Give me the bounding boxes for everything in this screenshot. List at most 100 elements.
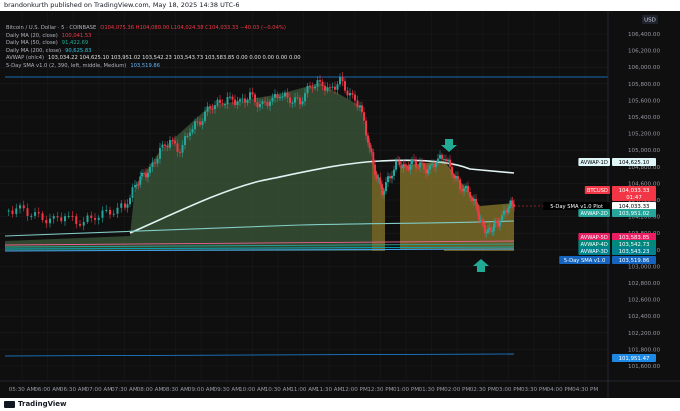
time-axis-label: 08:30 AM (162, 387, 189, 393)
candle-body (433, 164, 435, 168)
candle-body (429, 165, 431, 170)
price-axis-label: 106,000.00 (628, 65, 660, 71)
candle-body (211, 108, 214, 110)
candle-body (131, 187, 134, 198)
candle-body (374, 164, 376, 175)
candle-body (370, 148, 373, 153)
time-axis-label: 11:00 AM (290, 387, 317, 393)
price-axis-label: 102,200.00 (628, 331, 660, 337)
legend-row-ma50[interactable]: Daily MA (50, close) 91,422.69 (6, 40, 301, 48)
candle-body (90, 215, 93, 219)
candle-body (346, 90, 349, 96)
candle-body (196, 121, 199, 123)
candle-body (151, 162, 154, 168)
legend-value: 90,625.83 (65, 47, 92, 54)
legend-symbol-row[interactable]: Bitcoin / U.S. Dollar · 5 · COINBASE O10… (6, 25, 301, 33)
candle-body (301, 101, 304, 105)
candle-body (411, 159, 413, 165)
candle-body (405, 166, 408, 168)
candle-body (469, 191, 471, 198)
price-axis-label: 105,000.00 (628, 148, 660, 154)
candle-body (407, 166, 410, 170)
price-axis-label: 106,400.00 (628, 32, 660, 38)
candle-body (19, 205, 21, 209)
legend-row-avwap[interactable]: AVWAP (ohlc4) 103,034.22 104,625.10 103,… (6, 55, 301, 63)
candle-body (507, 208, 509, 213)
candle-body (71, 215, 74, 217)
candle-body (194, 121, 196, 130)
chart-pane[interactable]: 106,400.00 106,200.00 106,000.00 105,800.00… (0, 11, 680, 398)
candle-body (269, 101, 271, 107)
candle-body (94, 218, 96, 220)
candle-body (299, 97, 301, 105)
price-tag-text: 01:47 (626, 195, 642, 201)
time-axis-label: 01:30 PM (419, 387, 445, 393)
candle-body (224, 104, 226, 106)
candle-body (164, 144, 166, 146)
candle-body (387, 176, 389, 183)
candle-body (174, 140, 176, 144)
candle-body (487, 229, 489, 233)
currency-label: USD (644, 18, 656, 24)
candle-body (377, 177, 380, 179)
legend-label: Daily MA (50, close) (6, 40, 58, 46)
tradingview-brand: TradingView (18, 400, 67, 408)
candle-body (395, 160, 397, 170)
candle-body (505, 210, 507, 213)
price-axis-label: 102,800.00 (628, 281, 660, 287)
candle-body (116, 207, 119, 214)
candle-body (75, 216, 78, 224)
candle-body (409, 164, 412, 170)
candle-body (367, 135, 369, 143)
candle-body (449, 159, 451, 167)
candle-body (441, 154, 443, 160)
arrow-up-icon (473, 259, 489, 272)
legend-row-ma200[interactable]: Daily MA (200, close) 90,625.83 (6, 48, 301, 56)
line-label-text: AVWAP-2D (581, 211, 608, 217)
candle-body (161, 144, 164, 148)
candle-body (22, 205, 25, 209)
candle-body (447, 159, 449, 162)
candle-body (368, 142, 371, 149)
candle-body (206, 106, 209, 112)
candle-body (186, 135, 189, 137)
candle-body (179, 151, 181, 153)
candle-body (457, 176, 459, 180)
line-label-text: AVWAP-3D (581, 249, 608, 255)
candle-body (169, 140, 171, 148)
candle-body (137, 184, 140, 186)
candle-body (484, 225, 486, 234)
candle-body (274, 94, 276, 98)
candle-body (501, 215, 503, 221)
tradingview-logo[interactable]: TradingView (4, 400, 67, 408)
legend-value: 100,041.53 (61, 32, 92, 39)
time-axis-label: 01:00 PM (393, 387, 419, 393)
time-axis-label: 07:00 AM (86, 387, 113, 393)
candle-body (511, 200, 514, 205)
candle-body (264, 101, 266, 103)
candle-body (379, 177, 382, 185)
candle-body (149, 167, 151, 173)
legend-row-sma[interactable]: 5-Day SMA v1.0 (2, 390, left, middle, Me… (6, 63, 301, 71)
candle-body (314, 86, 316, 89)
candle-body (344, 81, 346, 91)
legend-ohlc: O104,075.36 H104,080.00 L104,024.38 C104… (100, 25, 286, 31)
candle-body (261, 101, 264, 104)
candle-body (306, 85, 309, 94)
candle-body (266, 101, 269, 107)
candle-body (383, 191, 385, 195)
legend-row-ma20[interactable]: Daily MA (20, close) 100,041.53 (6, 33, 301, 41)
candle-body (276, 94, 279, 99)
candle-body (221, 103, 224, 105)
time-axis-label: 06:30 AM (60, 387, 87, 393)
price-axis-label: 105,200.00 (628, 132, 660, 138)
candle-body (431, 164, 433, 166)
candle-body (493, 223, 495, 232)
candle-body (296, 97, 299, 99)
legend-label: AVWAP (ohlc4) (6, 55, 45, 61)
time-axis-label: 09:00 AM (188, 387, 215, 393)
candle-body (471, 197, 473, 202)
candle-body (189, 132, 191, 136)
price-axis-label: 105,800.00 (628, 82, 660, 88)
time-axis-label: 04:00 PM (547, 387, 573, 393)
